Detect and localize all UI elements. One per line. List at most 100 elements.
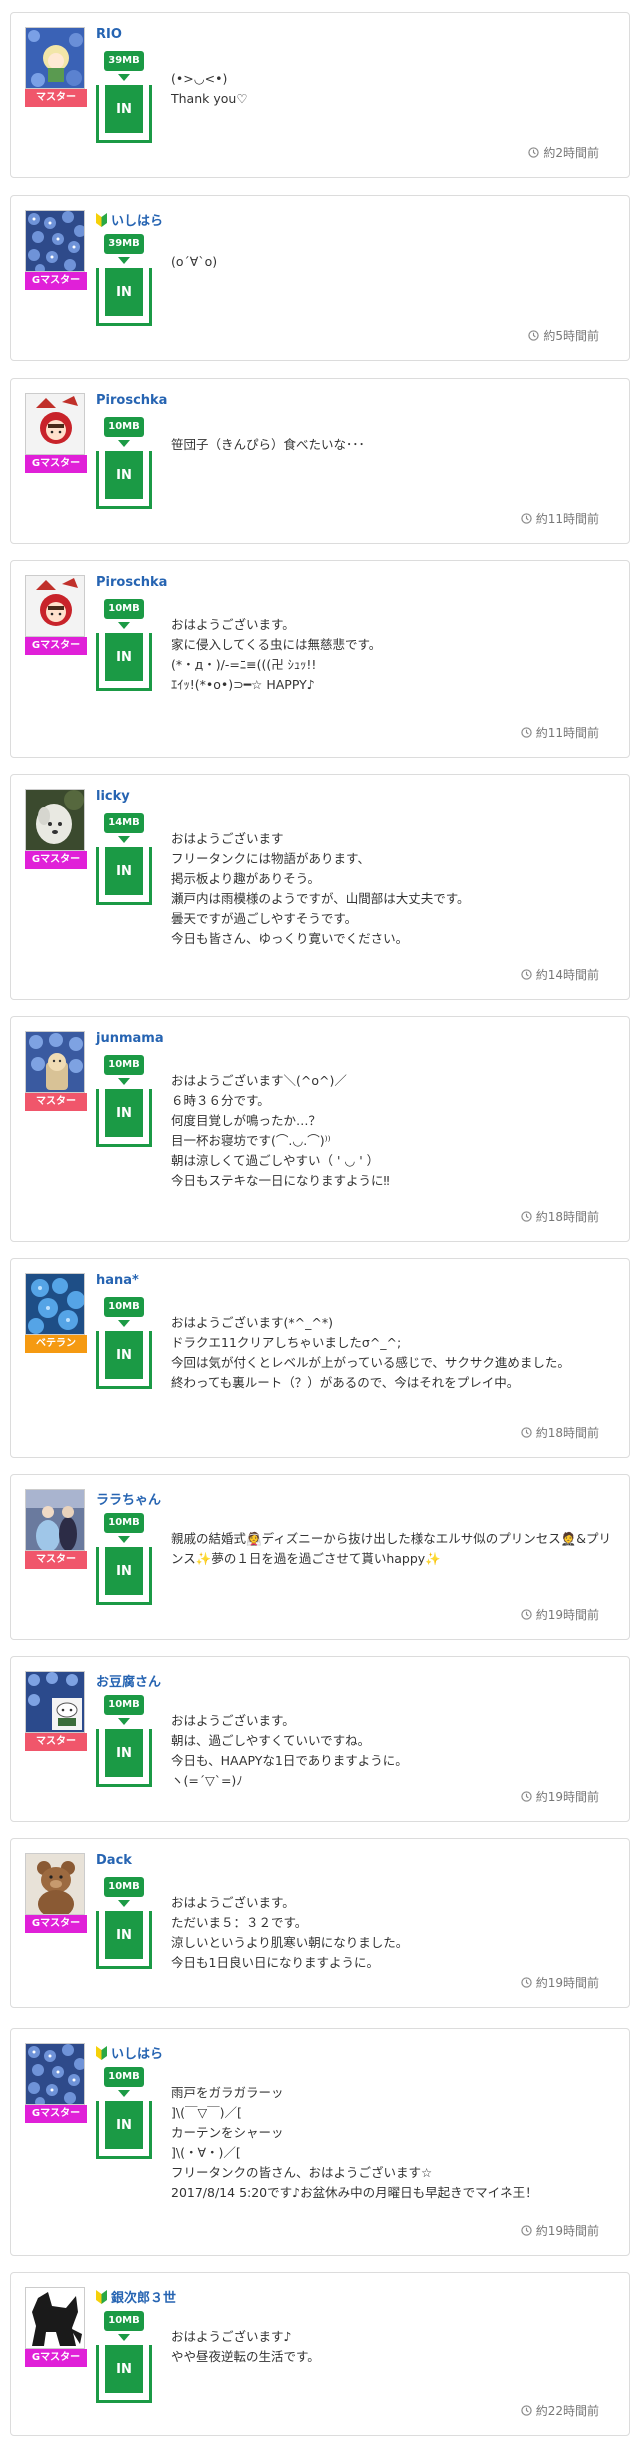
post-time: 約14時間前 [521,966,599,983]
user-name-link[interactable]: いしはら [96,2043,163,2062]
message-line: 掲示板より趣がありそう。 [171,871,321,886]
avatar-block[interactable]: Gマスター [25,393,87,473]
tank-in-icon: IN [96,2101,152,2159]
avatar[interactable] [25,210,85,272]
rank-badge: ベテラン [25,1335,87,1353]
clock-icon [521,513,532,524]
message-line: カーテンをシャーッ [171,2125,284,2140]
message-line: 朝は涼しくて過ごしやすい（ ' ◡ ' ） [171,1153,380,1168]
user-name-text: Piroschka [96,393,168,408]
tank-in-icon: IN [96,1089,152,1147]
avatar-block[interactable]: Gマスター [25,210,87,290]
avatar[interactable] [25,1273,85,1335]
time-text: 約19時間前 [535,1608,599,1622]
user-name-link[interactable]: Dack [96,1853,132,1868]
user-name-link[interactable]: RIO [96,27,122,42]
tank-in-icon: IN [96,268,152,326]
user-name-link[interactable]: Piroschka [96,393,167,408]
avatar-block[interactable]: Gマスター [25,575,87,655]
avatar[interactable] [25,1489,85,1551]
post-card: Gマスター Piroschka 10MB IN おはようございます。 家に侵入してくる虫に… [10,560,630,758]
rank-badge: Gマスター [25,2349,87,2367]
data-size-badge: 10MB [104,417,144,437]
message-line: おはようございます。 [171,1713,295,1728]
avatar[interactable] [25,2043,85,2105]
time-text: 約19時間前 [535,2224,599,2238]
data-size-badge: 10MB [104,1055,144,1075]
avatar[interactable] [25,27,85,89]
avatar-block[interactable]: マスター [25,1489,87,1569]
time-text: 約22時間前 [535,2404,599,2418]
user-name-text: ララちゃん [96,1493,162,1508]
avatar-block[interactable]: マスター [25,1031,87,1111]
user-name-link[interactable]: いしはら [96,210,163,229]
user-name-link[interactable]: 銀次郎３世 [96,2287,176,2306]
in-label: IN [105,847,143,895]
avatar-block[interactable]: ベテラン [25,1273,87,1353]
message-line: 目一杯お寝坊です(⌒.◡.⌒)⁾⁾ [171,1133,331,1148]
avatar[interactable] [25,393,85,455]
data-size-badge: 10MB [104,2067,144,2087]
post-card: Gマスター Piroschka 10MB IN 笹団子（きんぴら）食べたいな･･･ 約11… [10,378,630,544]
user-name-link[interactable]: junmama [96,1031,164,1046]
avatar[interactable] [25,789,85,851]
post-time: 約22時間前 [521,2402,599,2419]
avatar-block[interactable]: Gマスター [25,2043,87,2123]
post-message: おはようございます♪ やや昼夜逆転の生活です。 [171,2327,621,2367]
user-name-link[interactable]: ララちゃん [96,1489,161,1508]
in-label: IN [105,1089,143,1137]
message-line: ただいま５：３２です。 [171,1915,308,1930]
user-name-text: licky [96,789,130,804]
message-line: おはようございます [171,831,284,846]
clock-icon [521,969,532,980]
avatar[interactable] [25,1853,85,1915]
post-message: 雨戸をガラガラーッ]\(￣▽￣)／[カーテンをシャーッ]\(・∀・)／[フリータ… [171,2083,621,2203]
data-size-badge: 10MB [104,1877,144,1897]
down-arrow-icon [118,1900,130,1907]
tank-in-icon: IN [96,85,152,143]
user-name-link[interactable]: licky [96,789,130,804]
tank-in-icon: IN [96,633,152,691]
user-name-text: いしはら [111,214,164,229]
down-arrow-icon [118,2090,130,2097]
avatar-block[interactable]: マスター [25,1671,87,1751]
data-size-badge: 10MB [104,599,144,619]
avatar-block[interactable]: Gマスター [25,2287,87,2367]
down-arrow-icon [118,440,130,447]
avatar-block[interactable]: Gマスター [25,789,87,869]
message-line: 今日もステキな一日になりますように‼ [171,1173,390,1188]
avatar[interactable] [25,575,85,637]
post-card: Gマスター 銀次郎３世 10MB IN おはようございます♪ やや昼夜逆転の生活です。 約2… [10,2272,630,2436]
user-name-link[interactable]: Piroschka [96,575,167,590]
user-name-text: RIO [96,27,122,42]
down-arrow-icon [118,622,130,629]
message-line: 涼しいというより肌寒い朝になりました。 [171,1935,409,1950]
in-label: IN [105,2345,143,2393]
avatar-block[interactable]: マスター [25,27,87,107]
rank-badge: Gマスター [25,1915,87,1933]
user-name-link[interactable]: お豆腐さん [96,1671,161,1690]
message-line: (o´∀`o) [171,254,218,269]
in-label: IN [105,2101,143,2149]
in-label: IN [105,1331,143,1379]
message-line: 終わっても裏ルート（？）があるので、今はそれをプレイ中。 [171,1375,520,1390]
data-size-badge: 10MB [104,1695,144,1715]
clock-icon [528,330,540,341]
avatar[interactable] [25,1031,85,1093]
rank-badge: マスター [25,1733,87,1751]
message-line: おはようございます。 [171,1895,295,1910]
avatar-block[interactable]: Gマスター [25,1853,87,1933]
message-line: 瀬戸内は雨模様のようですが、山間部は大丈夫です。 [171,891,470,906]
tank-in-icon: IN [96,1729,152,1787]
avatar[interactable] [25,1671,85,1733]
rank-badge: マスター [25,1093,87,1111]
avatar[interactable] [25,2287,85,2349]
message-line: 今回は気が付くとレベルが上がっている感じで、サクサク進めました。 [171,1355,570,1370]
in-label: IN [105,1729,143,1777]
user-name-text: Piroschka [96,575,168,590]
beginner-mark-icon [96,2289,107,2304]
user-name-link[interactable]: hana* [96,1273,139,1288]
data-size-badge: 39MB [104,234,144,254]
user-name-text: 銀次郎３世 [111,2291,177,2306]
post-message: 親戚の結婚式👰ディズニーから抜け出した様なエルサ似のプリンセス🤵&プリンス✨夢の… [171,1529,621,1569]
